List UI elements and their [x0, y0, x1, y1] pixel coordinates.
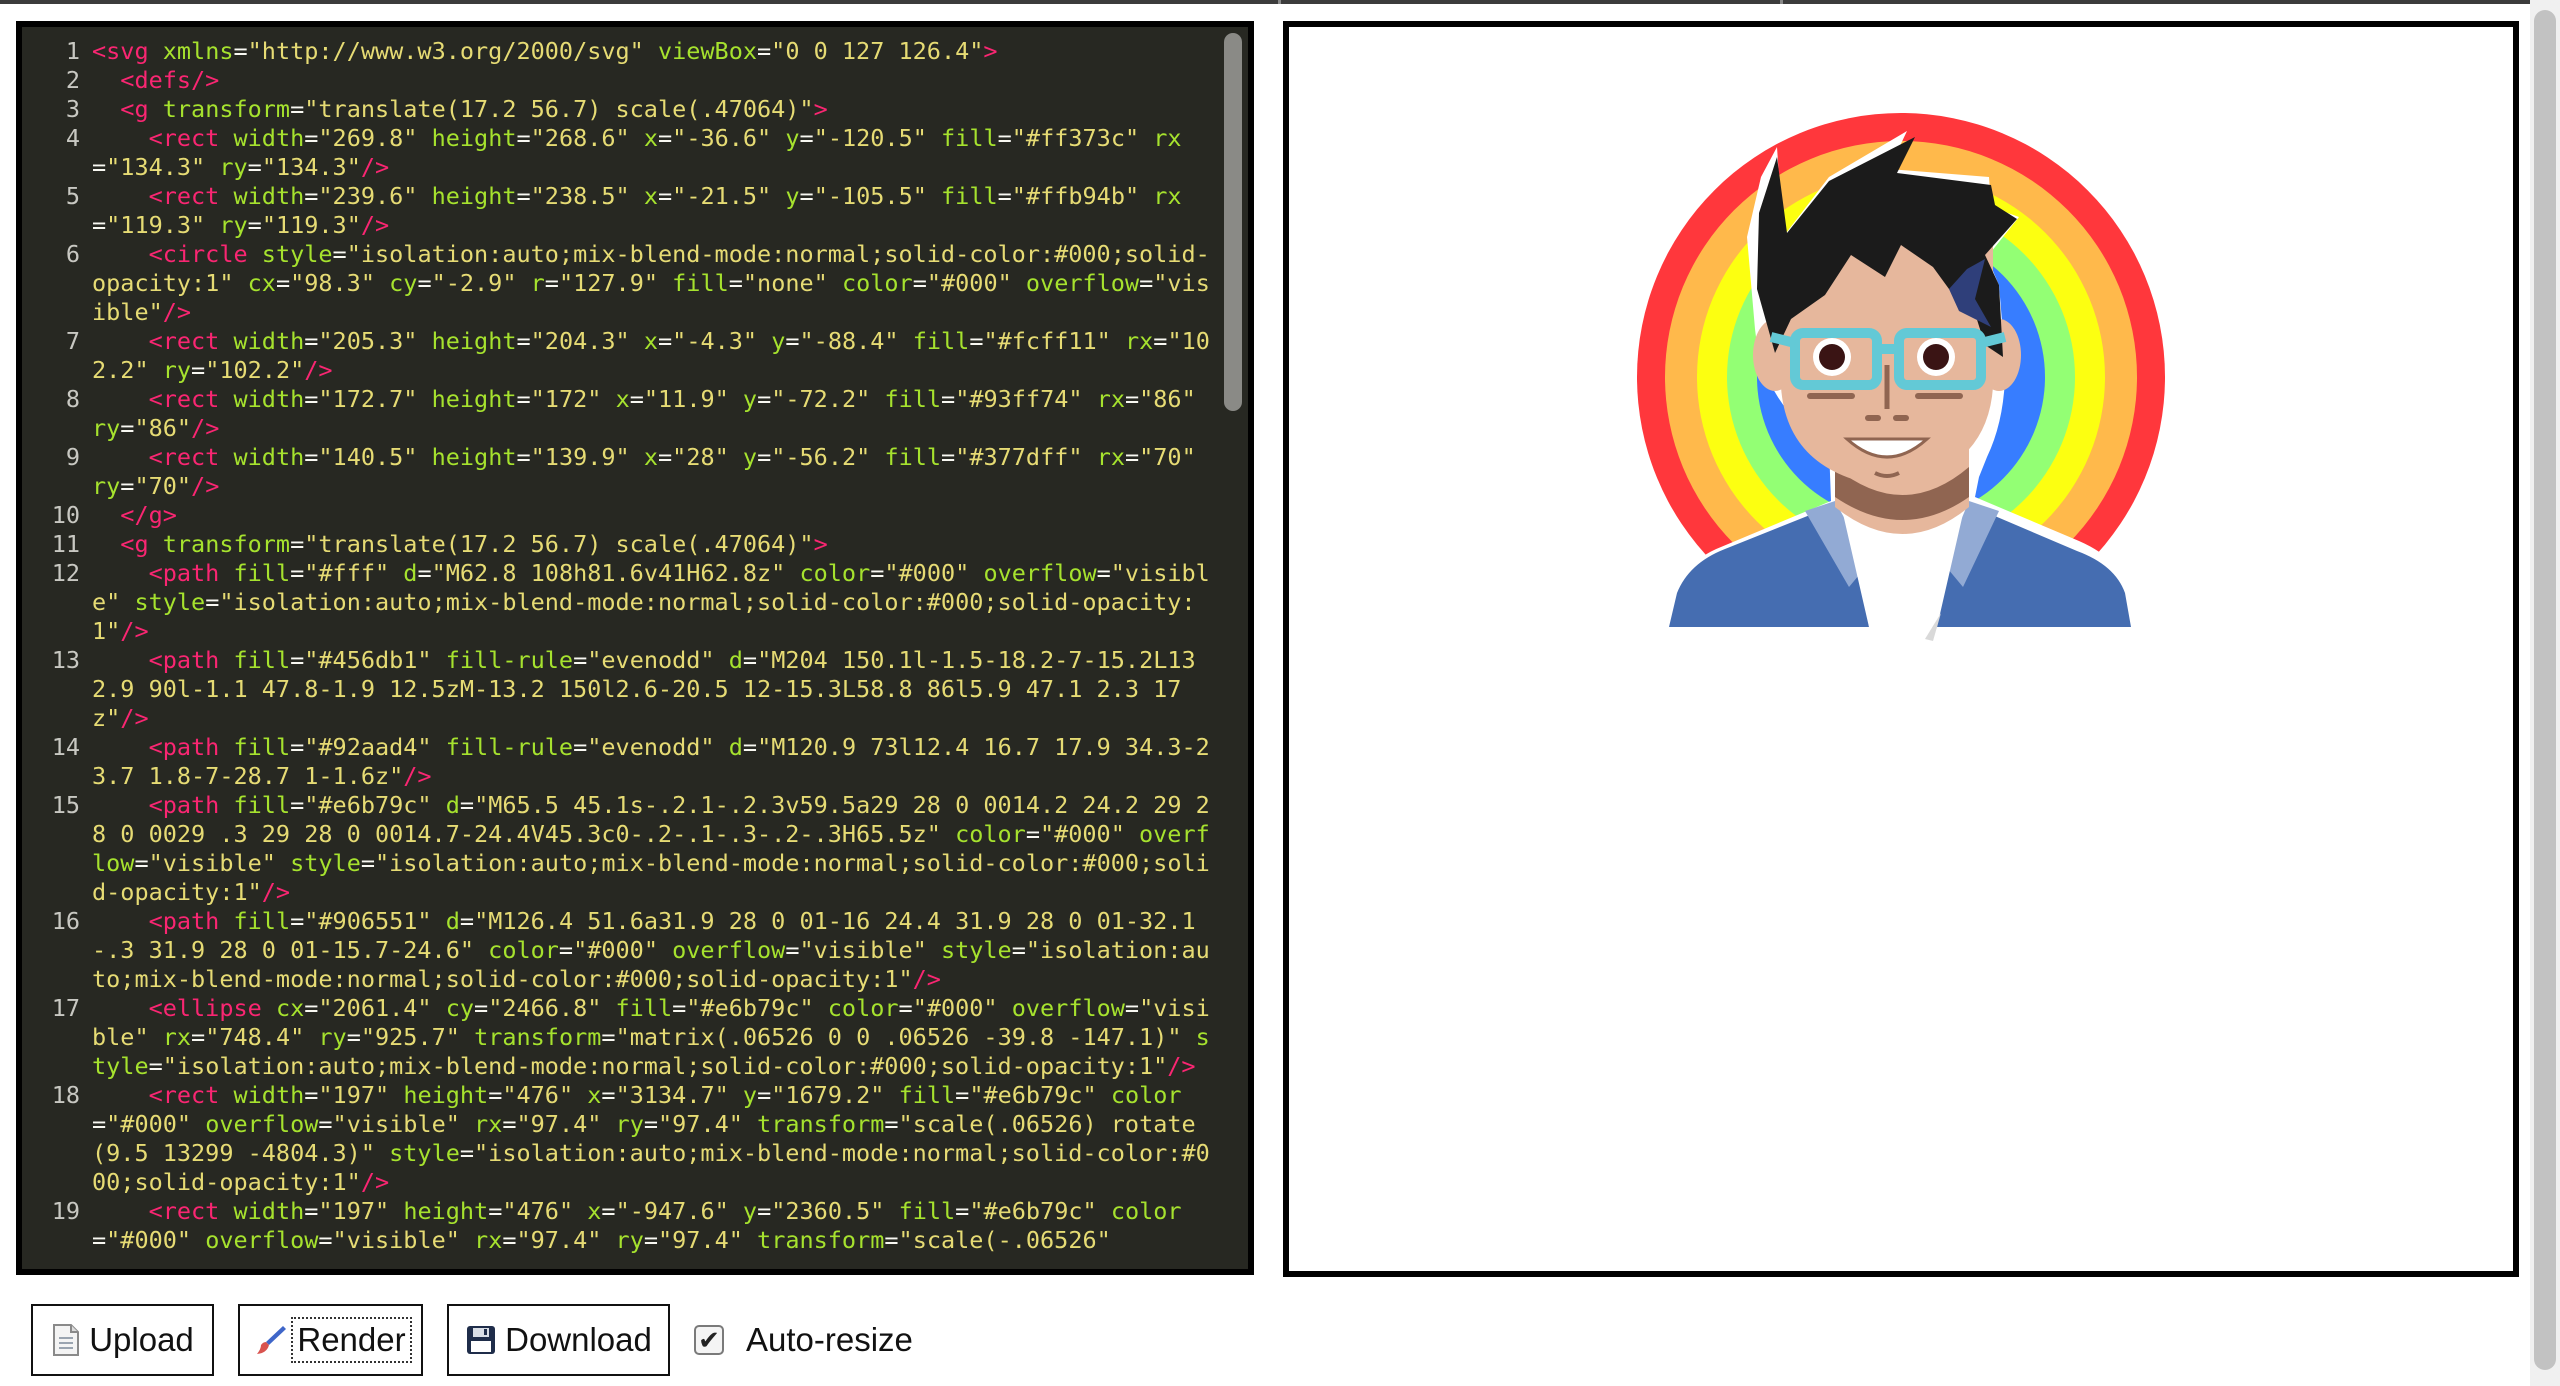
line-number: 7: [65, 327, 80, 355]
code-line[interactable]: 4 <rect width="269.8" height="268.6" x="…: [22, 124, 1220, 182]
right-pupil: [1923, 344, 1949, 370]
line-text[interactable]: <rect width="269.8" height="268.6" x="-3…: [92, 124, 1212, 182]
line-number: 1: [65, 37, 80, 65]
tab-divider: [1278, 0, 1281, 4]
line-number: 13: [51, 646, 80, 674]
line-number: 15: [51, 791, 80, 819]
line-number: 12: [51, 559, 80, 587]
line-text[interactable]: <rect width="197" height="476" x="-947.6…: [92, 1197, 1212, 1255]
floppy-disk-icon: [467, 1326, 496, 1354]
code-line[interactable]: 16 <path fill="#906551" d="M126.4 51.6a3…: [22, 907, 1220, 994]
line-text[interactable]: <circle style="isolation:auto;mix-blend-…: [92, 240, 1212, 327]
line-number: 14: [51, 733, 80, 761]
editor-scrollbar[interactable]: [1218, 27, 1248, 1269]
upload-label: Upload: [89, 1321, 194, 1358]
line-number: 5: [65, 182, 80, 210]
auto-resize-label: Auto-resize: [746, 1321, 913, 1358]
line-text[interactable]: <path fill="#fff" d="M62.8 108h81.6v41H6…: [92, 559, 1212, 646]
code-line[interactable]: 5 <rect width="239.6" height="238.5" x="…: [22, 182, 1220, 240]
check-icon: ✔: [698, 1325, 720, 1355]
line-number: 16: [51, 907, 80, 935]
code-line[interactable]: 8 <rect width="172.7" height="172" x="11…: [22, 385, 1220, 443]
left-nostril: [1865, 415, 1881, 421]
code-line[interactable]: 3 <g transform="translate(17.2 56.7) sca…: [22, 95, 1220, 124]
line-number: 19: [51, 1197, 80, 1225]
line-text[interactable]: <rect width="197" height="476" x="3134.7…: [92, 1081, 1212, 1197]
code-line[interactable]: 18 <rect width="197" height="476" x="313…: [22, 1081, 1220, 1197]
code-line[interactable]: 9 <rect width="140.5" height="139.9" x="…: [22, 443, 1220, 501]
brush-icon: [257, 1326, 287, 1354]
line-text[interactable]: <g transform="translate(17.2 56.7) scale…: [92, 530, 1212, 559]
left-cheek-line: [1807, 393, 1855, 399]
auto-resize-checkbox[interactable]: ✔: [694, 1325, 724, 1355]
line-number: 17: [51, 994, 80, 1022]
code-line[interactable]: 12 <path fill="#fff" d="M62.8 108h81.6v4…: [22, 559, 1220, 646]
line-number: 11: [51, 530, 80, 558]
render-button[interactable]: Render: [238, 1304, 423, 1376]
line-text[interactable]: <defs/>: [92, 66, 1212, 95]
line-text[interactable]: <rect width="205.3" height="204.3" x="-4…: [92, 327, 1212, 385]
line-text[interactable]: <path fill="#906551" d="M126.4 51.6a31.9…: [92, 907, 1212, 994]
right-nostril: [1893, 415, 1909, 421]
avatar-illustration: [1637, 113, 2165, 641]
line-text[interactable]: <svg xmlns="http://www.w3.org/2000/svg" …: [92, 37, 1212, 66]
code-lines[interactable]: 1 <svg xmlns="http://www.w3.org/2000/svg"…: [22, 37, 1220, 1255]
left-pupil: [1819, 344, 1845, 370]
code-line[interactable]: 11 <g transform="translate(17.2 56.7) sc…: [22, 530, 1220, 559]
code-line[interactable]: 1 <svg xmlns="http://www.w3.org/2000/svg"…: [22, 37, 1220, 66]
code-line[interactable]: 15 <path fill="#e6b79c" d="M65.5 45.1s-.…: [22, 791, 1220, 907]
line-text[interactable]: <rect width="140.5" height="139.9" x="28…: [92, 443, 1212, 501]
code-line[interactable]: 13 <path fill="#456db1" fill-rule="eveno…: [22, 646, 1220, 733]
code-line[interactable]: 17 <ellipse cx="2061.4" cy="2466.8" fill…: [22, 994, 1220, 1081]
right-cheek-line: [1915, 393, 1963, 399]
line-number: 2: [65, 66, 80, 94]
download-button[interactable]: Download: [447, 1304, 670, 1376]
upload-button[interactable]: Upload: [31, 1304, 214, 1376]
download-label: Download: [505, 1321, 652, 1358]
svg-preview-panel: [1283, 21, 2519, 1277]
auto-resize-toggle[interactable]: ✔ Auto-resize: [694, 1312, 913, 1368]
code-line[interactable]: 10 </g>: [22, 501, 1220, 530]
render-label: Render: [291, 1317, 412, 1363]
line-number: 10: [51, 501, 80, 529]
code-line[interactable]: 2 <defs/>: [22, 66, 1220, 95]
line-text[interactable]: <g transform="translate(17.2 56.7) scale…: [92, 95, 1212, 124]
line-number: 8: [65, 385, 80, 413]
code-line[interactable]: 19 <rect width="197" height="476" x="-94…: [22, 1197, 1220, 1255]
line-text[interactable]: </g>: [92, 501, 1212, 530]
line-text[interactable]: <path fill="#456db1" fill-rule="evenodd"…: [92, 646, 1212, 733]
tab-divider: [1780, 0, 1783, 4]
line-number: 9: [65, 443, 80, 471]
code-line[interactable]: 6 <circle style="isolation:auto;mix-blen…: [22, 240, 1220, 327]
line-text[interactable]: <rect width="239.6" height="238.5" x="-2…: [92, 182, 1212, 240]
page-scrollbar-thumb[interactable]: [2534, 10, 2556, 1370]
line-text[interactable]: <ellipse cx="2061.4" cy="2466.8" fill="#…: [92, 994, 1212, 1081]
page-scrollbar[interactable]: [2530, 0, 2560, 1386]
line-text[interactable]: <path fill="#e6b79c" d="M65.5 45.1s-.2.1…: [92, 791, 1212, 907]
line-number: 18: [51, 1081, 80, 1109]
code-line[interactable]: 7 <rect width="205.3" height="204.3" x="…: [22, 327, 1220, 385]
line-number: 6: [65, 240, 80, 268]
line-text[interactable]: <path fill="#92aad4" fill-rule="evenodd"…: [92, 733, 1212, 791]
browser-top-strip: [0, 0, 2560, 4]
line-number: 3: [65, 95, 80, 123]
svg-code-editor[interactable]: 1 <svg xmlns="http://www.w3.org/2000/svg"…: [16, 21, 1254, 1275]
line-number: 4: [65, 124, 80, 152]
code-line[interactable]: 14 <path fill="#92aad4" fill-rule="eveno…: [22, 733, 1220, 791]
line-text[interactable]: <rect width="172.7" height="172" x="11.9…: [92, 385, 1212, 443]
editor-scrollbar-thumb[interactable]: [1224, 33, 1242, 411]
document-icon: [53, 1324, 80, 1356]
